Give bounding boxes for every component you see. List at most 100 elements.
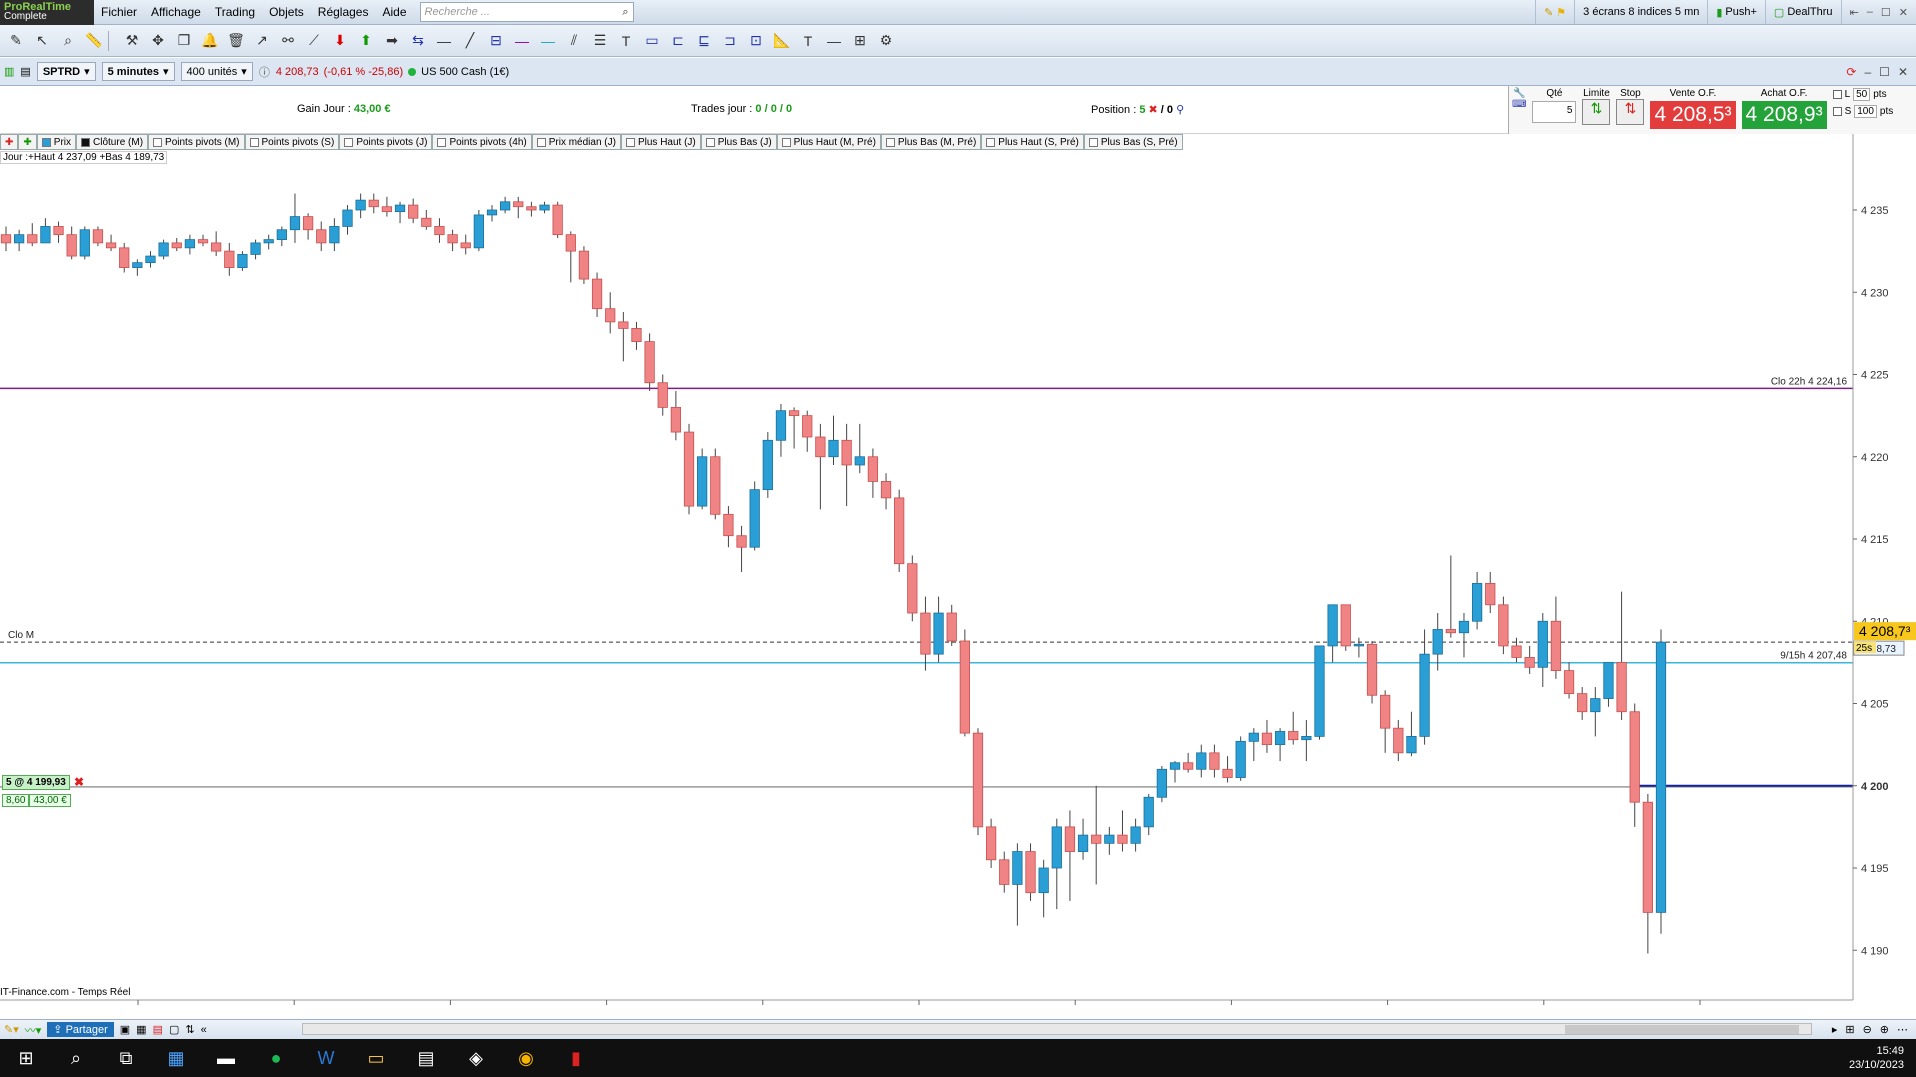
link-icon[interactable]: ⚯ — [276, 29, 300, 53]
menu-objets[interactable]: Objets — [262, 5, 311, 19]
qty-input[interactable]: 5 — [1532, 101, 1577, 123]
segment-icon[interactable]: ⟋ — [302, 29, 326, 53]
price-chart[interactable]: Clo 22h 4 224,16 9/15h 4 207,48 Clo M 4 23… — [0, 134, 1916, 1007]
maximize-icon[interactable]: ☐ — [1881, 6, 1891, 19]
menu-affichage[interactable]: Affichage — [144, 5, 208, 19]
draw-pencil-icon[interactable]: ✎ — [4, 29, 28, 53]
timeframe-select[interactable]: 5 minutes ▾ — [101, 62, 175, 81]
window-icon[interactable]: ▢ — [169, 1023, 179, 1036]
buy-button[interactable]: 4 208,9³ — [1741, 101, 1827, 129]
horizontal-scrollbar[interactable] — [302, 1023, 1812, 1035]
rectangle-icon[interactable]: ▭ — [640, 29, 664, 53]
ellipse-icon[interactable]: ⊏ — [666, 29, 690, 53]
horizontal-line-icon[interactable]: — — [432, 29, 456, 53]
store-icon[interactable]: ▦ — [158, 1042, 194, 1074]
purple-line-icon[interactable]: — — [510, 29, 534, 53]
push-button[interactable]: ▮ Push+ — [1707, 0, 1765, 24]
flag-icon[interactable]: ⚑ — [1556, 6, 1566, 19]
text-icon[interactable]: T — [614, 29, 638, 53]
table-icon[interactable]: ▦ — [136, 1023, 146, 1036]
limit-button[interactable]: ⇅ — [1582, 99, 1611, 125]
back-icon[interactable]: ⇤ — [1850, 6, 1859, 19]
pencil-icon[interactable]: ✎ — [1544, 6, 1553, 19]
chip-plus-bas-s[interactable]: Plus Bas (S, Pré) — [1083, 134, 1183, 150]
search-icon[interactable]: ⌕ — [622, 6, 628, 19]
copy-icon[interactable]: ❐ — [172, 29, 196, 53]
scroll-right-icon[interactable]: ▸ — [1832, 1023, 1838, 1036]
chip-pivots-j[interactable]: Points pivots (J) — [339, 134, 433, 150]
close-icon[interactable]: ✕ — [1899, 6, 1908, 19]
share-button[interactable]: ⇪ Partager — [47, 1022, 114, 1037]
chip-plus-bas-j[interactable]: Plus Bas (J) — [700, 134, 777, 150]
fib-fan-icon[interactable]: ⫽ — [562, 29, 586, 53]
pencil-tool-icon[interactable]: ✎▾ — [4, 1023, 19, 1036]
pattern-icon[interactable]: ⊑ — [692, 29, 716, 53]
chip-pivots-s[interactable]: Points pivots (S) — [244, 134, 340, 150]
sync-icon[interactable]: ⟳ — [1846, 65, 1856, 79]
screenshot-icon[interactable]: ▣ — [120, 1023, 130, 1036]
short-checkbox[interactable] — [1832, 107, 1842, 116]
window-minimize-icon[interactable]: – — [1864, 65, 1871, 79]
hammer-icon[interactable]: ⚒ — [120, 29, 144, 53]
indicators-icon[interactable]: ▤ — [153, 1023, 163, 1036]
ruler-icon[interactable]: 📏 — [82, 29, 106, 53]
settings-gear-icon[interactable]: ⚙ — [874, 29, 898, 53]
calculator-icon[interactable]: ▤ — [408, 1042, 444, 1074]
minimize-icon[interactable]: – — [1867, 6, 1873, 18]
menu-fichier[interactable]: Fichier — [94, 5, 144, 19]
buy-arrow-icon[interactable]: ⬆ — [354, 29, 378, 53]
scrollbar-thumb[interactable] — [1565, 1025, 1799, 1034]
close-position-icon[interactable]: ✖ — [1145, 104, 1157, 116]
menu-reglages[interactable]: Réglages — [311, 5, 376, 19]
zoom-fit-icon[interactable]: ⊞ — [1845, 1023, 1854, 1036]
label-icon[interactable]: T — [796, 29, 820, 53]
workspace-layout[interactable]: 3 écrans 8 indices 5 mn — [1574, 0, 1707, 24]
sort-icon[interactable]: ⇅ — [185, 1023, 194, 1036]
task-view-icon[interactable]: ⧉ — [108, 1042, 144, 1074]
sell-arrow-icon[interactable]: ⬇ — [328, 29, 352, 53]
game-icon[interactable]: ◈ — [458, 1042, 494, 1074]
add-indicator-icon[interactable]: ✚ — [18, 134, 37, 150]
zoom-out-icon[interactable]: ⊖ — [1863, 1023, 1872, 1036]
info-icon[interactable]: ⓘ — [259, 64, 270, 80]
chrome-icon[interactable]: ◉ — [508, 1042, 544, 1074]
trash-icon[interactable]: 🗑 — [224, 29, 248, 53]
remove-indicator-icon[interactable]: ✚ — [0, 134, 19, 150]
search-input[interactable]: Recherche ... ⌕ — [419, 2, 634, 22]
chip-plus-haut-s[interactable]: Plus Haut (S, Pré) — [981, 134, 1084, 150]
zoom-icon[interactable]: ⌕ — [56, 29, 80, 53]
price-axis[interactable] — [1853, 134, 1916, 1007]
chart-type-icon[interactable]: ▥ — [4, 65, 14, 78]
word-icon[interactable]: W — [308, 1042, 344, 1074]
chip-pivots-4h[interactable]: Points pivots (4h) — [432, 134, 532, 150]
chart-style-icon[interactable]: 〰▾ — [25, 1022, 42, 1038]
cyan-line-icon[interactable]: — — [536, 29, 560, 53]
fib-levels-icon[interactable]: ☰ — [588, 29, 612, 53]
chip-cloture-m[interactable]: Clôture (M) — [76, 134, 149, 150]
wave-icon[interactable]: ⊐ — [718, 29, 742, 53]
window-maximize-icon[interactable]: ☐ — [1879, 65, 1890, 79]
keyboard-icon[interactable]: ⌨ — [1512, 99, 1526, 110]
gann-icon[interactable]: ⊡ — [744, 29, 768, 53]
diagonal-line-icon[interactable]: ╱ — [458, 29, 482, 53]
menu-aide[interactable]: Aide — [375, 5, 413, 19]
chip-plus-haut-j[interactable]: Plus Haut (J) — [620, 134, 701, 150]
close-position-icon[interactable]: ✖ — [74, 775, 84, 789]
zoom-in-icon[interactable]: ⊕ — [1880, 1023, 1889, 1036]
search-icon[interactable]: ⌕ — [58, 1042, 94, 1074]
channel-icon[interactable]: ⇆ — [406, 29, 430, 53]
dealthru-button[interactable]: ▢ DealThru — [1764, 0, 1841, 24]
spotify-icon[interactable]: ● — [258, 1042, 294, 1074]
short-value[interactable]: 100 — [1854, 105, 1877, 118]
menu-trading[interactable]: Trading — [208, 5, 262, 19]
long-checkbox[interactable] — [1832, 90, 1842, 99]
measure-icon[interactable]: 📐 — [770, 29, 794, 53]
workspace-icons[interactable]: ✎ ⚑ — [1535, 0, 1574, 24]
windows-start-icon[interactable]: ⊞ — [8, 1042, 44, 1074]
long-value[interactable]: 50 — [1853, 88, 1871, 101]
file-explorer-icon[interactable]: ▭ — [358, 1042, 394, 1074]
sell-button[interactable]: 4 208,5³ — [1650, 101, 1736, 129]
more-icon[interactable]: ⋯ — [1897, 1023, 1908, 1036]
stop-button[interactable]: ⇅ — [1616, 99, 1645, 125]
chip-pivots-m[interactable]: Points pivots (M) — [148, 134, 245, 150]
